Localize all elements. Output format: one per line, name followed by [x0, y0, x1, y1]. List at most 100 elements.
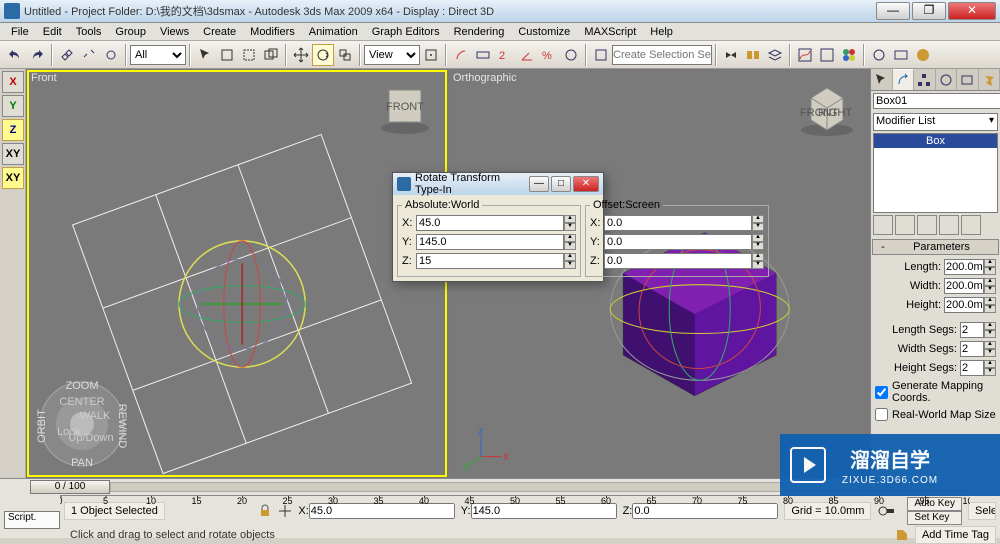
ref-coord-dropdown[interactable]: View — [364, 45, 420, 65]
window-max-button[interactable]: ❐ — [912, 2, 946, 20]
abs-x-spinner[interactable]: ▲▼ — [416, 215, 576, 231]
real-world-checkbox[interactable] — [875, 408, 888, 421]
time-slider-handle[interactable]: 0 / 100 — [30, 480, 110, 494]
menu-bar: File Edit Tools Group Views Create Modif… — [0, 23, 1000, 41]
menu-animation[interactable]: Animation — [302, 26, 365, 38]
off-z-spinner[interactable]: ▲▼ — [604, 253, 764, 269]
curve-editor-button[interactable] — [794, 44, 816, 66]
dialog-close-button[interactable]: ✕ — [573, 176, 599, 192]
render-frame-button[interactable] — [890, 44, 912, 66]
undo-button[interactable] — [4, 44, 26, 66]
menu-customize[interactable]: Customize — [511, 26, 577, 38]
redo-button[interactable] — [26, 44, 48, 66]
window-min-button[interactable]: — — [876, 2, 910, 20]
manipulate-button[interactable] — [450, 44, 472, 66]
length-segs-spinner[interactable]: ▲▼ — [960, 322, 996, 338]
window-close-button[interactable]: ✕ — [948, 2, 996, 20]
configure-sets-button[interactable] — [961, 215, 981, 235]
material-editor-button[interactable] — [838, 44, 860, 66]
time-ruler[interactable]: 0510152025303540455055606570758085909510… — [60, 495, 970, 509]
svg-text:CENTER: CENTER — [59, 396, 104, 408]
menu-group[interactable]: Group — [108, 26, 153, 38]
viewport-front[interactable]: Front FRONT — [27, 70, 447, 477]
modifier-stack[interactable]: Box — [873, 133, 998, 213]
tab-motion[interactable] — [936, 69, 958, 90]
spinner-snap-button[interactable] — [560, 44, 582, 66]
menu-tools[interactable]: Tools — [69, 26, 109, 38]
schematic-view-button[interactable] — [816, 44, 838, 66]
menu-modifiers[interactable]: Modifiers — [243, 26, 302, 38]
axis-z-button[interactable]: Z — [2, 119, 24, 141]
menu-file[interactable]: File — [4, 26, 36, 38]
select-button[interactable] — [194, 44, 216, 66]
maxscript-mini-listener[interactable]: Script. — [4, 511, 60, 529]
stack-item-box[interactable]: Box — [874, 134, 997, 148]
move-button[interactable] — [290, 44, 312, 66]
key-filter[interactable]: Sele — [968, 502, 996, 520]
set-key-button[interactable]: Set Key — [907, 511, 962, 525]
axis-xy2-button[interactable]: XY — [2, 167, 24, 189]
link-button[interactable] — [56, 44, 78, 66]
tab-modify[interactable] — [893, 69, 915, 90]
menu-help[interactable]: Help — [643, 26, 680, 38]
viewcube-icon[interactable]: FRONT — [375, 78, 435, 138]
snap-2d-button[interactable]: 2 — [494, 44, 516, 66]
menu-create[interactable]: Create — [196, 26, 243, 38]
selection-set-input[interactable] — [612, 45, 712, 65]
off-y-spinner[interactable]: ▲▼ — [604, 234, 764, 250]
off-x-spinner[interactable]: ▲▼ — [604, 215, 764, 231]
menu-edit[interactable]: Edit — [36, 26, 69, 38]
select-by-name-button[interactable] — [216, 44, 238, 66]
remove-modifier-button[interactable] — [939, 215, 959, 235]
align-button[interactable] — [742, 44, 764, 66]
length-spinner[interactable]: ▲▼ — [944, 259, 996, 275]
scale-button[interactable] — [334, 44, 356, 66]
show-end-result-button[interactable] — [895, 215, 915, 235]
keyboard-shortcut-button[interactable] — [472, 44, 494, 66]
tab-create[interactable] — [871, 69, 893, 90]
abs-y-spinner[interactable]: ▲▼ — [416, 234, 576, 250]
dialog-titlebar[interactable]: Rotate Transform Type-In — □ ✕ — [393, 173, 603, 195]
steering-wheel[interactable]: ZOOM PAN ORBIT REWIND CENTER WALK Look U… — [37, 379, 127, 469]
rotate-button[interactable] — [312, 44, 334, 66]
named-sets-button[interactable] — [590, 44, 612, 66]
menu-views[interactable]: Views — [153, 26, 196, 38]
unlink-button[interactable] — [78, 44, 100, 66]
bind-button[interactable] — [100, 44, 122, 66]
axis-xy-button[interactable]: XY — [2, 143, 24, 165]
width-spinner[interactable]: ▲▼ — [944, 278, 996, 294]
render-setup-button[interactable] — [868, 44, 890, 66]
width-segs-spinner[interactable]: ▲▼ — [960, 341, 996, 357]
pivot-center-button[interactable] — [420, 44, 442, 66]
menu-maxscript[interactable]: MAXScript — [577, 26, 643, 38]
pin-stack-button[interactable] — [873, 215, 893, 235]
add-time-tag-button[interactable]: Add Time Tag — [915, 526, 996, 544]
collapse-icon: - — [877, 241, 889, 253]
height-segs-spinner[interactable]: ▲▼ — [960, 360, 996, 376]
parameters-rollup-header[interactable]: - Parameters — [872, 239, 999, 255]
render-button[interactable] — [912, 44, 934, 66]
menu-rendering[interactable]: Rendering — [447, 26, 512, 38]
abs-z-spinner[interactable]: ▲▼ — [416, 253, 576, 269]
snap-angle-button[interactable] — [516, 44, 538, 66]
make-unique-button[interactable] — [917, 215, 937, 235]
tab-utilities[interactable] — [979, 69, 1000, 90]
selection-filter-dropdown[interactable]: All — [130, 45, 186, 65]
window-crossing-button[interactable] — [260, 44, 282, 66]
select-region-button[interactable] — [238, 44, 260, 66]
mirror-button[interactable] — [720, 44, 742, 66]
generate-mapping-checkbox[interactable] — [875, 386, 888, 399]
axis-x-button[interactable]: X — [2, 71, 24, 93]
viewcube-icon[interactable]: FRONT RIGHT — [797, 78, 857, 138]
menu-graph-editors[interactable]: Graph Editors — [365, 26, 447, 38]
dialog-min-button[interactable]: — — [529, 176, 549, 192]
height-spinner[interactable]: ▲▼ — [944, 297, 996, 313]
axis-y-button[interactable]: Y — [2, 95, 24, 117]
tab-hierarchy[interactable] — [914, 69, 936, 90]
dialog-max-button[interactable]: □ — [551, 176, 571, 192]
object-name-input[interactable] — [873, 93, 1000, 109]
tab-display[interactable] — [957, 69, 979, 90]
layers-button[interactable] — [764, 44, 786, 66]
snap-percent-button[interactable]: % — [538, 44, 560, 66]
modifier-list-dropdown[interactable]: Modifier List — [873, 113, 998, 131]
